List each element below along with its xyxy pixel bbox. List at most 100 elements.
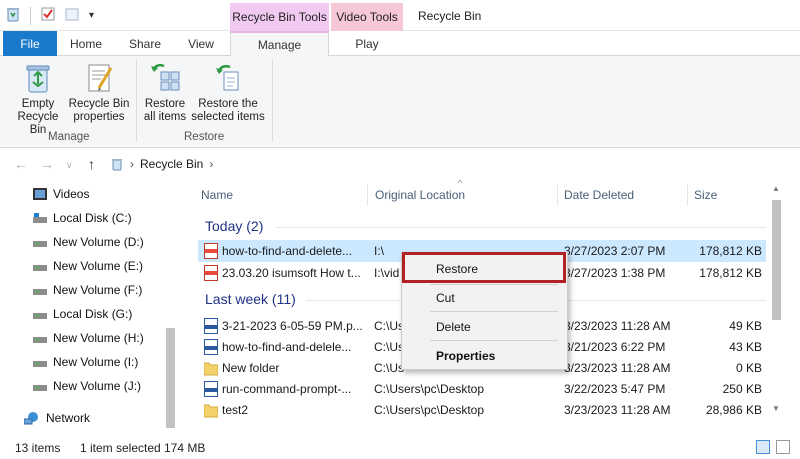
ribbon-tabs: File Home Share View Manage Play — [0, 31, 800, 57]
restore-group-label: Restore — [184, 131, 225, 143]
breadcrumb-separator-icon: › — [130, 157, 134, 171]
image-file-icon — [204, 339, 218, 355]
properties-icon — [88, 64, 113, 92]
forward-arrow-icon[interactable]: → — [40, 156, 54, 172]
context-menu-separator — [430, 340, 558, 341]
status-size: 174 MB — [164, 441, 206, 455]
scroll-up-icon[interactable]: ▲ — [772, 184, 780, 193]
tab-play[interactable]: Play — [331, 31, 403, 56]
new-folder-qat-icon[interactable] — [65, 7, 79, 24]
status-bar: 13 items 1 item selected 174 MB — [0, 437, 800, 459]
quick-access-toolbar: ▾ — [6, 6, 94, 25]
system-drive-icon — [33, 213, 47, 223]
group-divider — [276, 227, 766, 228]
nav-item-new-volume-f[interactable]: New Volume (F:) — [33, 280, 142, 300]
drive-icon — [33, 385, 47, 391]
network-icon — [24, 412, 38, 425]
nav-pane-scrollbar[interactable] — [164, 328, 177, 437]
drive-icon — [33, 361, 47, 367]
drive-icon — [33, 241, 47, 247]
nav-item-new-volume-h[interactable]: New Volume (H:) — [33, 328, 144, 348]
video-file-icon — [204, 265, 218, 281]
context-menu-delete[interactable]: Delete — [436, 320, 471, 334]
drive-icon — [33, 313, 47, 319]
recent-locations-chevron-icon[interactable]: ∨ — [66, 160, 73, 171]
restore-selected-items-button[interactable]: Restore the selected items — [190, 60, 266, 124]
nav-item-local-disk-c[interactable]: Local Disk (C:) — [33, 208, 132, 228]
drive-icon — [33, 289, 47, 295]
sort-indicator-icon: ^ — [458, 178, 463, 188]
window-title: Recycle Bin — [418, 9, 482, 23]
column-header-name[interactable]: Name — [201, 188, 233, 202]
video-tools-group: Video Tools — [331, 3, 403, 31]
drive-icon — [33, 265, 47, 271]
folder-icon — [204, 362, 218, 376]
ribbon-group-separator — [136, 60, 137, 142]
nav-item-videos[interactable]: Videos — [33, 184, 89, 204]
ribbon: Empty Recycle Bin Recycle Bin properties… — [0, 56, 800, 148]
column-header-date-deleted[interactable]: Date Deleted — [564, 188, 634, 202]
column-separator[interactable] — [557, 184, 558, 206]
column-header-size[interactable]: Size — [694, 188, 717, 202]
address-row: ← → ∨ ↑ › Recycle Bin › — [0, 148, 800, 180]
restore-all-icon — [151, 63, 180, 91]
nav-item-new-volume-e[interactable]: New Volume (E:) — [33, 256, 143, 276]
tab-file[interactable]: File — [3, 31, 57, 56]
recycle-bin-icon — [6, 6, 20, 25]
details-view-icon[interactable] — [756, 440, 770, 454]
image-file-icon — [204, 318, 218, 334]
status-selection: 1 item selected — [80, 441, 161, 455]
large-icons-view-icon[interactable] — [776, 440, 790, 454]
column-header-original-location[interactable]: Original Location — [375, 188, 465, 202]
image-file-icon — [204, 381, 218, 397]
title-bar: ▾ Recycle Bin Tools Video Tools Recycle … — [0, 0, 800, 31]
breadcrumb-recycle-bin[interactable]: Recycle Bin — [140, 157, 203, 171]
video-folder-icon — [33, 188, 47, 200]
ribbon-group-separator — [272, 60, 273, 142]
context-menu-properties[interactable]: Properties — [436, 349, 495, 363]
up-arrow-icon[interactable]: ↑ — [88, 156, 95, 172]
nav-pane-scrollbar-thumb[interactable] — [166, 328, 175, 428]
restore-all-items-button[interactable]: Restore all items — [140, 60, 190, 124]
file-list-scrollbar-thumb[interactable] — [772, 200, 781, 320]
address-bar[interactable]: › Recycle Bin › — [110, 153, 790, 175]
restore-selected-icon — [216, 64, 239, 91]
recycle-bin-icon — [26, 65, 50, 93]
properties-check-icon[interactable] — [41, 7, 55, 24]
recycle-bin-tools-group: Recycle Bin Tools — [230, 3, 329, 31]
context-menu-cut[interactable]: Cut — [436, 291, 455, 305]
navigation-pane: Videos Local Disk (C:) New Volume (D:) N… — [0, 180, 180, 437]
qat-separator — [30, 6, 31, 25]
tab-home[interactable]: Home — [60, 31, 112, 56]
tab-view[interactable]: View — [176, 31, 226, 56]
restore-highlight-box — [402, 252, 566, 283]
video-file-icon — [204, 243, 218, 259]
tab-share[interactable]: Share — [119, 31, 171, 56]
file-list-scrollbar[interactable]: ▲ ▼ — [769, 180, 783, 420]
tab-manage[interactable]: Manage — [230, 31, 329, 57]
column-separator[interactable] — [687, 184, 688, 206]
manage-group-label: Manage — [48, 131, 90, 143]
nav-item-network[interactable]: Network — [24, 408, 90, 428]
empty-recycle-bin-button[interactable]: Empty Recycle Bin — [8, 60, 68, 137]
back-arrow-icon[interactable]: ← — [14, 156, 28, 172]
recycle-bin-properties-button[interactable]: Recycle Bin properties — [68, 60, 130, 124]
nav-item-local-disk-g[interactable]: Local Disk (G:) — [33, 304, 132, 324]
table-row[interactable]: run-command-prompt-... C:\Users\pc\Deskt… — [198, 378, 766, 400]
status-item-count: 13 items — [15, 441, 61, 455]
table-row[interactable]: test2 C:\Users\pc\Desktop 3/23/2023 11:2… — [198, 399, 766, 421]
nav-item-new-volume-i[interactable]: New Volume (I:) — [33, 352, 138, 372]
context-menu-separator — [430, 311, 558, 312]
recycle-bin-icon — [112, 159, 122, 171]
drive-icon — [33, 337, 47, 343]
context-menu-separator — [430, 284, 558, 285]
nav-item-new-volume-j[interactable]: New Volume (J:) — [33, 376, 141, 396]
column-separator[interactable] — [367, 184, 368, 206]
folder-icon — [204, 404, 218, 418]
breadcrumb-separator-icon: › — [209, 157, 214, 171]
group-header-today[interactable]: Today (2) — [205, 218, 263, 234]
nav-item-new-volume-d[interactable]: New Volume (D:) — [33, 232, 144, 252]
customize-qat-icon[interactable]: ▾ — [89, 10, 94, 21]
scroll-down-icon[interactable]: ▼ — [772, 404, 780, 413]
group-header-last-week[interactable]: Last week (11) — [205, 291, 296, 307]
